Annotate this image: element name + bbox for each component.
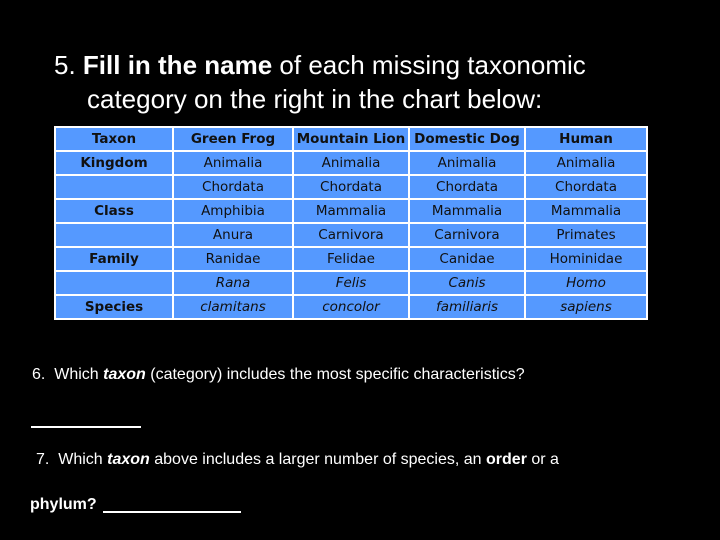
value-cell: Chordata	[292, 174, 410, 200]
value-cell: Animalia	[524, 150, 648, 176]
table-row-family: Family Ranidae Felidae Canidae Hominidae	[54, 246, 648, 272]
question-6-prefix: 6. Which	[32, 366, 104, 383]
table-row-species: Species clamitans concolor familiaris sa…	[54, 294, 648, 320]
header-mountain-lion: Mountain Lion	[292, 126, 410, 152]
value-cell: Ranidae	[172, 246, 294, 272]
value-cell: Animalia	[292, 150, 410, 176]
value-cell: Amphibia	[172, 198, 294, 224]
question-5-rest: of each missing taxonomic	[279, 50, 586, 80]
value-cell: Mammalia	[408, 198, 526, 224]
value-cell: Homo	[524, 270, 648, 296]
header-taxon: Taxon	[54, 126, 174, 152]
question-6-answer-blank[interactable]	[31, 426, 141, 428]
value-cell: Chordata	[408, 174, 526, 200]
table-row-kingdom: Kingdom Animalia Animalia Animalia Anima…	[54, 150, 648, 176]
question-7-line2: phylum?	[30, 496, 241, 514]
question-5-number: 5.	[54, 50, 76, 80]
question-5-line2: category on the right in the chart below…	[87, 84, 543, 114]
value-cell: Felis	[292, 270, 410, 296]
value-cell: Carnivora	[408, 222, 526, 248]
value-cell: familiaris	[408, 294, 526, 320]
table-row-class: Class Amphibia Mammalia Mammalia Mammali…	[54, 198, 648, 224]
question-7-taxon: taxon	[107, 451, 150, 468]
question-5-bold: Fill in the name	[82, 50, 273, 80]
question-5: 5. Fill in the name of each missing taxo…	[54, 48, 586, 116]
rank-cell-blank[interactable]	[54, 174, 174, 200]
question-7-middle: above includes a larger number of specie…	[149, 451, 487, 468]
rank-cell-blank[interactable]	[54, 270, 174, 296]
value-cell: Anura	[172, 222, 294, 248]
question-6-suffix: (category) includes the most specific ch…	[145, 366, 525, 383]
taxonomy-table: Taxon Green Frog Mountain Lion Domestic …	[54, 126, 648, 320]
value-cell: Canidae	[408, 246, 526, 272]
table-row-missing-genus: Rana Felis Canis Homo	[54, 270, 648, 296]
question-6-taxon: taxon	[103, 366, 146, 383]
rank-cell: Class	[54, 198, 174, 224]
value-cell: sapiens	[524, 294, 648, 320]
header-green-frog: Green Frog	[172, 126, 294, 152]
question-7-phylum: phylum?	[30, 496, 97, 513]
value-cell: Canis	[408, 270, 526, 296]
table-header-row: Taxon Green Frog Mountain Lion Domestic …	[54, 126, 648, 152]
question-6: 6. Which taxon (category) includes the m…	[32, 366, 525, 384]
rank-cell-blank[interactable]	[54, 222, 174, 248]
value-cell: Chordata	[172, 174, 294, 200]
question-7-prefix: 7. Which	[36, 451, 108, 468]
value-cell: Animalia	[408, 150, 526, 176]
question-7-end: or a	[526, 451, 559, 468]
value-cell: Rana	[172, 270, 294, 296]
value-cell: Primates	[524, 222, 648, 248]
value-cell: Felidae	[292, 246, 410, 272]
question-7-answer-blank[interactable]	[102, 511, 241, 513]
header-domestic-dog: Domestic Dog	[408, 126, 526, 152]
value-cell: Carnivora	[292, 222, 410, 248]
value-cell: Chordata	[524, 174, 648, 200]
table-row-missing-order: Anura Carnivora Carnivora Primates	[54, 222, 648, 248]
header-human: Human	[524, 126, 648, 152]
question-7-order: order	[486, 451, 527, 468]
value-cell: Animalia	[172, 150, 294, 176]
value-cell: Hominidae	[524, 246, 648, 272]
rank-cell: Species	[54, 294, 174, 320]
value-cell: Mammalia	[292, 198, 410, 224]
table-row-missing-phylum: Chordata Chordata Chordata Chordata	[54, 174, 648, 200]
value-cell: Mammalia	[524, 198, 648, 224]
value-cell: clamitans	[172, 294, 294, 320]
rank-cell: Kingdom	[54, 150, 174, 176]
value-cell: concolor	[292, 294, 410, 320]
rank-cell: Family	[54, 246, 174, 272]
question-7: 7. Which taxon above includes a larger n…	[36, 451, 559, 469]
